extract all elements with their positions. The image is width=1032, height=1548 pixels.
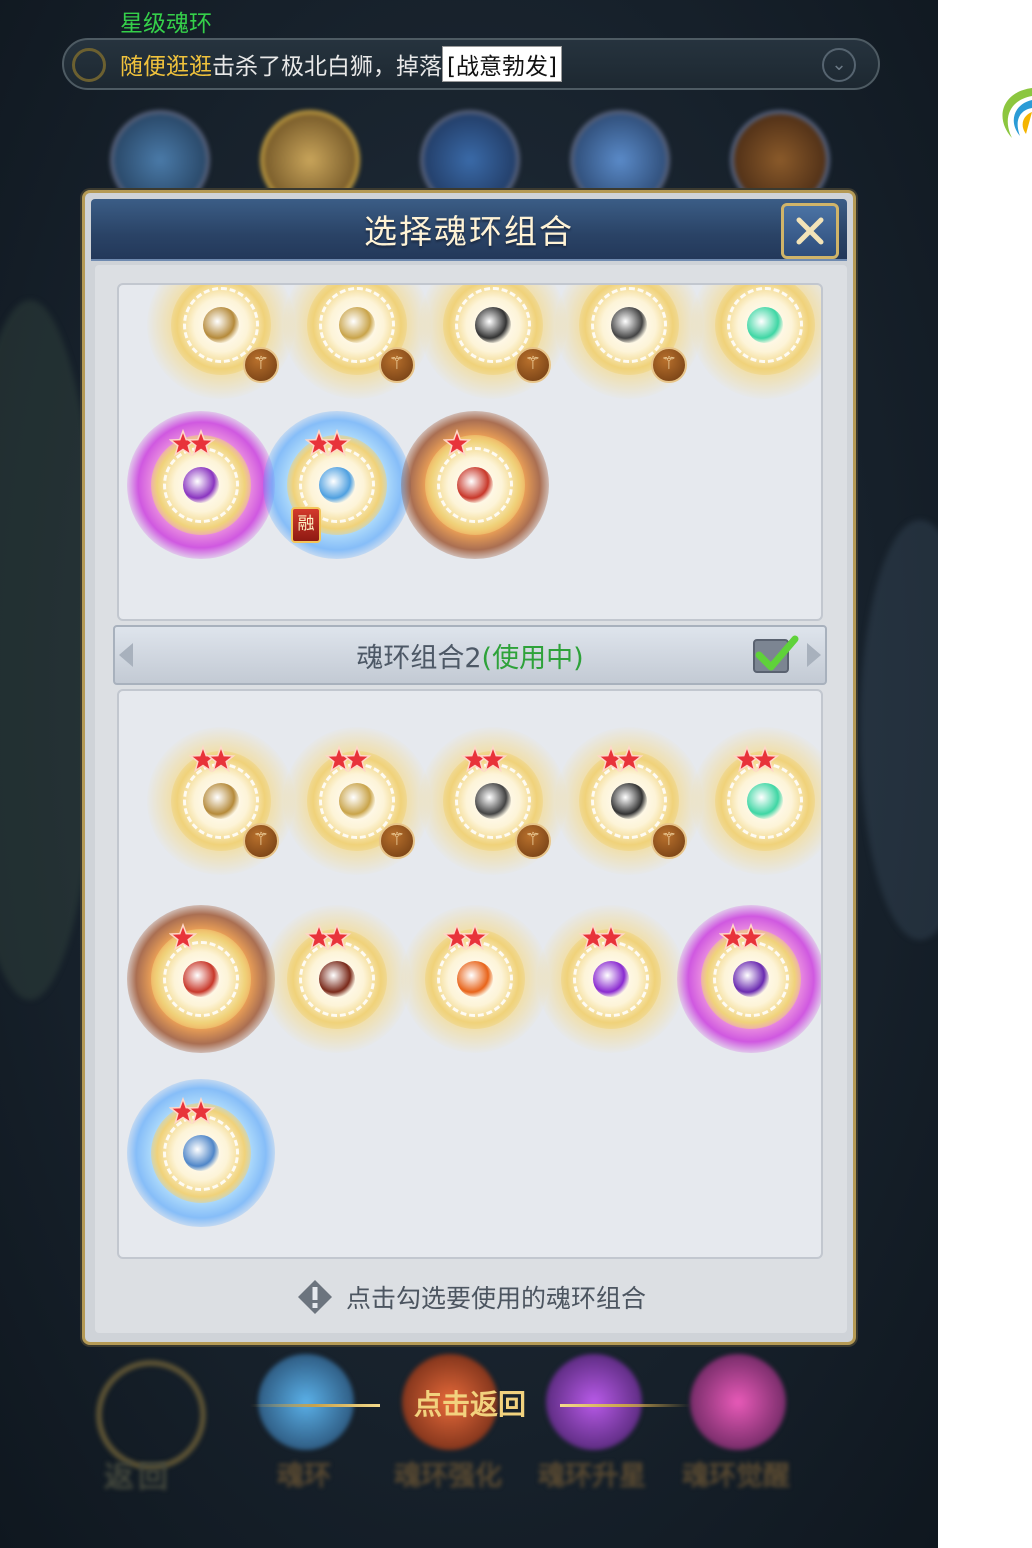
ring-beast-icon bbox=[183, 467, 219, 503]
ring-beast-icon bbox=[593, 961, 629, 997]
soul-ring[interactable] bbox=[401, 905, 549, 1053]
soul-ring[interactable] bbox=[127, 905, 275, 1053]
soul-ring[interactable]: ⚚ bbox=[147, 285, 295, 399]
soul-ring[interactable]: ⚚ bbox=[419, 727, 567, 875]
ring-beast-icon bbox=[611, 307, 647, 343]
tab-label: 魂环强化 bbox=[394, 1461, 502, 1492]
ring-beast-icon bbox=[457, 467, 493, 503]
wing-badge-icon: ⚚ bbox=[651, 823, 687, 859]
soul-ring[interactable] bbox=[691, 285, 821, 399]
wing-badge-icon: ⚚ bbox=[379, 347, 415, 383]
wing-badge-icon: ⚚ bbox=[651, 347, 687, 383]
dialog-title: 选择魂环组合 bbox=[364, 212, 574, 251]
tab-icon bbox=[690, 1354, 786, 1450]
star-rating-icon bbox=[442, 428, 473, 459]
tab-label: 魂环升星 bbox=[538, 1461, 646, 1492]
close-icon bbox=[796, 217, 824, 245]
ring-group-1-panel[interactable]: ⚚ ⚚ ⚚ ⚚ 融 bbox=[117, 283, 823, 621]
wing-badge-icon: ⚚ bbox=[243, 347, 279, 383]
ring-beast-icon bbox=[319, 467, 355, 503]
ring-beast-icon bbox=[457, 961, 493, 997]
star-rating-icon bbox=[718, 922, 771, 953]
ring-beast-icon bbox=[183, 1135, 219, 1171]
return-hint-label: 点击返回 bbox=[413, 1388, 526, 1421]
star-rating-icon bbox=[324, 744, 377, 775]
soul-ring[interactable]: ⚚ bbox=[283, 727, 431, 875]
fusion-badge-icon: 融 bbox=[291, 507, 321, 543]
system-notice-banner: 随便逛逛 击杀了极北白狮，掉落 星级魂环 [战意勃发] ⌄ bbox=[62, 11, 880, 90]
footer-hint: 点击勾选要使用的魂环组合 bbox=[95, 1275, 847, 1319]
wing-badge-icon: ⚚ bbox=[379, 823, 415, 859]
soul-ring[interactable] bbox=[127, 1079, 275, 1227]
soul-ring[interactable] bbox=[263, 905, 411, 1053]
soul-ring[interactable]: ⚚ bbox=[283, 285, 431, 399]
ring-beast-icon bbox=[319, 961, 355, 997]
ring-beast-icon bbox=[203, 783, 239, 819]
star-rating-icon bbox=[168, 428, 221, 459]
banner-ornament-icon bbox=[72, 48, 106, 82]
ornament-line bbox=[560, 1404, 690, 1407]
ring-beast-icon bbox=[475, 307, 511, 343]
notice-item-tag[interactable]: [战意勃发] bbox=[442, 46, 562, 82]
soul-ring[interactable]: ⚚ bbox=[419, 285, 567, 399]
star-rating-icon bbox=[596, 744, 649, 775]
soul-ring[interactable]: ⚚ bbox=[147, 727, 295, 875]
soul-ring[interactable]: 融 bbox=[263, 411, 411, 559]
soul-ring-combo-dialog: 选择魂环组合 ⚚ ⚚ ⚚ ⚚ 融 魂环组合2 (使用中) ⚚ ⚚ ⚚ ⚚ 点击勾… bbox=[82, 190, 856, 1345]
back-label: 返回 bbox=[104, 1460, 172, 1495]
group-status: (使用中) bbox=[481, 642, 584, 674]
ring-beast-icon bbox=[183, 961, 219, 997]
ornament-line bbox=[250, 1404, 380, 1407]
footer-hint-text: 点击勾选要使用的魂环组合 bbox=[345, 1284, 646, 1313]
ring-beast-icon bbox=[611, 783, 647, 819]
back-button[interactable]: 返回 bbox=[86, 1360, 206, 1495]
dialog-header: 选择魂环组合 bbox=[91, 199, 847, 261]
star-rating-icon bbox=[168, 922, 199, 953]
ring-beast-icon bbox=[475, 783, 511, 819]
soul-ring[interactable] bbox=[537, 905, 685, 1053]
notice-action-text: 击杀了极北白狮，掉落 bbox=[212, 54, 442, 80]
star-rating-icon bbox=[578, 922, 631, 953]
soul-ring[interactable] bbox=[691, 727, 821, 875]
watermark-logo-icon bbox=[1002, 88, 1032, 138]
close-button[interactable] bbox=[781, 203, 839, 259]
ring-beast-icon bbox=[339, 783, 375, 819]
wing-badge-icon: ⚚ bbox=[515, 347, 551, 383]
ring-beast-icon bbox=[339, 307, 375, 343]
checkmark-icon bbox=[755, 635, 799, 671]
star-rating-icon bbox=[188, 744, 241, 775]
ring-beast-icon bbox=[747, 307, 783, 343]
soul-ring[interactable]: ⚚ bbox=[555, 727, 703, 875]
ornament-arrow bbox=[119, 643, 133, 667]
group-2-checkbox[interactable] bbox=[753, 635, 799, 673]
dialog-body: ⚚ ⚚ ⚚ ⚚ 融 魂环组合2 (使用中) ⚚ ⚚ ⚚ ⚚ 点击勾选要使用的魂环组合 bbox=[95, 265, 847, 1333]
ring-group-2-header[interactable]: 魂环组合2 (使用中) bbox=[113, 625, 827, 685]
wing-badge-icon: ⚚ bbox=[515, 823, 551, 859]
return-hint[interactable]: 点击返回 bbox=[250, 1380, 690, 1430]
ring-beast-icon bbox=[203, 307, 239, 343]
top-avatar-row bbox=[90, 100, 850, 210]
wing-badge-icon: ⚚ bbox=[243, 823, 279, 859]
star-rating-icon bbox=[168, 1096, 221, 1127]
star-rating-icon bbox=[460, 744, 513, 775]
ring-beast-icon bbox=[747, 783, 783, 819]
group-label: 魂环组合2 bbox=[356, 642, 482, 674]
ring-beast-icon bbox=[733, 961, 769, 997]
star-rating-icon bbox=[304, 922, 357, 953]
soul-ring[interactable] bbox=[127, 411, 275, 559]
tab-label: 魂环觉醒 bbox=[682, 1461, 790, 1492]
info-icon bbox=[297, 1280, 332, 1314]
star-rating-icon bbox=[732, 744, 785, 775]
star-rating-icon bbox=[442, 922, 495, 953]
soul-ring[interactable] bbox=[677, 905, 821, 1053]
ornament-arrow bbox=[807, 643, 821, 667]
soul-ring[interactable]: ⚚ bbox=[555, 285, 703, 399]
soul-ring[interactable] bbox=[401, 411, 549, 559]
star-rating-icon bbox=[304, 428, 357, 459]
chevron-down-icon[interactable]: ⌄ bbox=[822, 48, 856, 82]
ring-group-2-panel[interactable]: ⚚ ⚚ ⚚ ⚚ bbox=[117, 689, 823, 1259]
tab-label: 魂环 bbox=[277, 1461, 331, 1492]
